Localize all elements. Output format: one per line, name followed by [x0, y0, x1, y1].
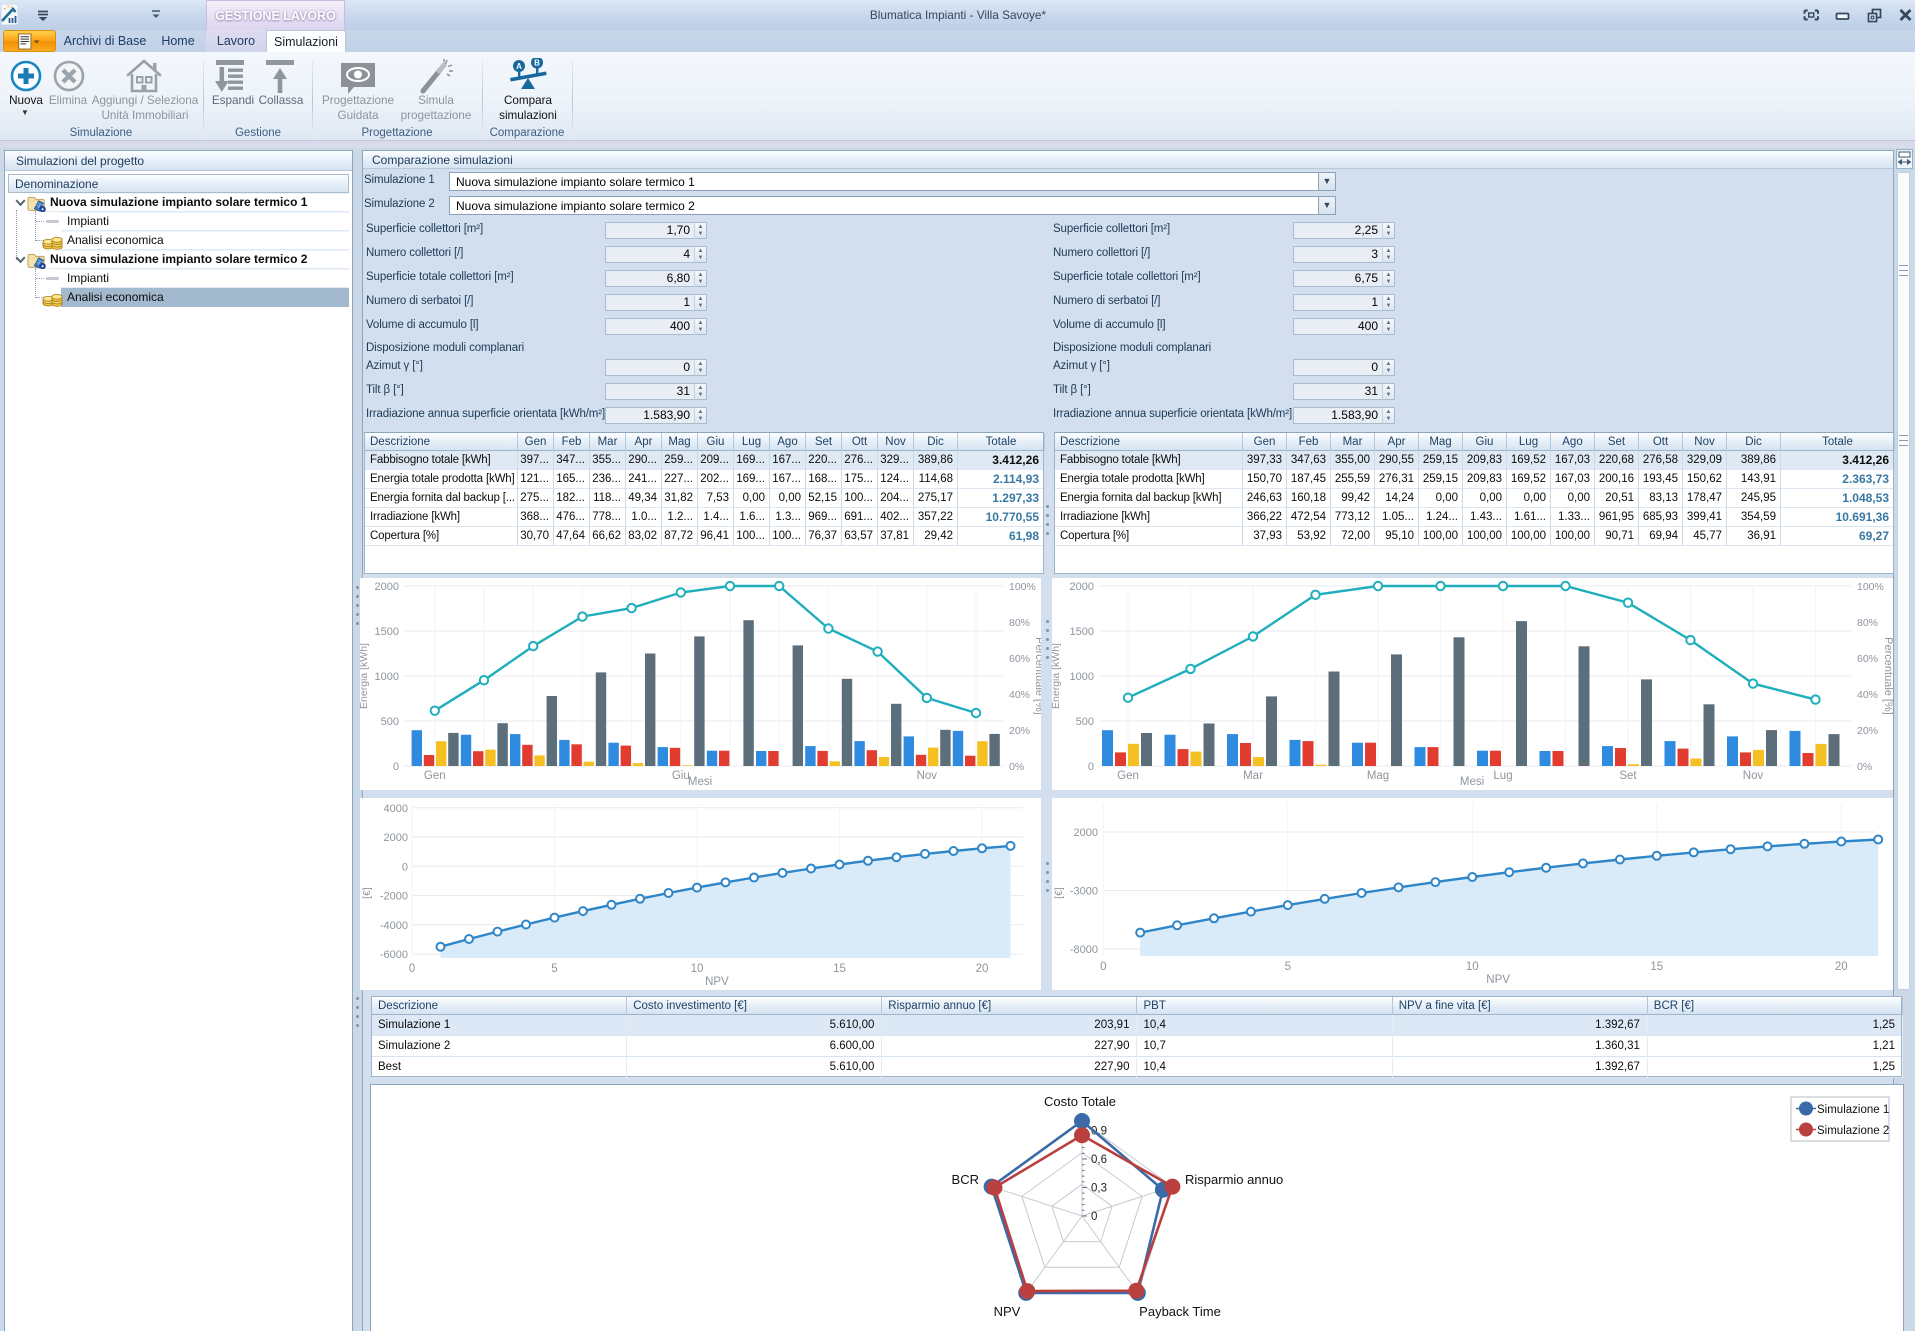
svg-text:NPV: NPV	[994, 1304, 1021, 1319]
svg-text:40%: 40%	[1857, 689, 1878, 701]
svg-text:20: 20	[976, 963, 989, 975]
svg-text:60%: 60%	[1857, 653, 1878, 665]
svg-text:0,3: 0,3	[1091, 1183, 1107, 1195]
svg-text:Mesi: Mesi	[688, 776, 712, 788]
svg-text:Energia [kWh]: Energia [kWh]	[1052, 643, 1062, 709]
svg-text:Percentuale [%]: Percentuale [%]	[1033, 637, 1041, 715]
svg-text:0: 0	[393, 761, 399, 773]
svg-text:NPV: NPV	[705, 976, 729, 988]
svg-text:20%: 20%	[1009, 725, 1030, 737]
svg-text:BCR: BCR	[952, 1172, 979, 1187]
svg-text:0: 0	[1091, 1211, 1097, 1223]
svg-text:-6000: -6000	[380, 949, 408, 961]
svg-text:0: 0	[409, 963, 415, 975]
svg-text:60%: 60%	[1009, 653, 1030, 665]
svg-text:0: 0	[1088, 761, 1094, 773]
svg-text:80%: 80%	[1857, 617, 1878, 629]
svg-text:A: A	[516, 62, 522, 71]
svg-text:Set: Set	[1619, 770, 1637, 782]
svg-text:4000: 4000	[384, 803, 408, 815]
svg-text:0,6: 0,6	[1091, 1154, 1107, 1166]
svg-text:2000: 2000	[1070, 581, 1094, 593]
svg-text:Costo Totale: Costo Totale	[1044, 1094, 1116, 1109]
svg-text:Mar: Mar	[1243, 770, 1263, 782]
svg-text:5: 5	[551, 963, 557, 975]
svg-text:-2000: -2000	[380, 891, 408, 903]
svg-text:[€]: [€]	[361, 887, 373, 899]
svg-text:-8000: -8000	[1070, 944, 1098, 956]
svg-text:-3000: -3000	[1070, 886, 1098, 898]
svg-text:1000: 1000	[375, 671, 399, 683]
svg-text:Risparmio annuo: Risparmio annuo	[1185, 1172, 1283, 1187]
svg-text:2000: 2000	[375, 581, 399, 593]
svg-text:Percentuale [%]: Percentuale [%]	[1882, 637, 1893, 715]
svg-text:B: B	[534, 59, 540, 68]
svg-text:1500: 1500	[1070, 626, 1094, 638]
svg-text:20: 20	[1835, 961, 1848, 973]
svg-text:-4000: -4000	[380, 920, 408, 932]
svg-text:20%: 20%	[1857, 725, 1878, 737]
svg-text:2000: 2000	[1074, 827, 1098, 839]
svg-text:2000: 2000	[384, 832, 408, 844]
svg-text:10: 10	[1466, 961, 1479, 973]
svg-text:Gen: Gen	[1117, 770, 1139, 782]
svg-text:Nov: Nov	[917, 770, 938, 782]
svg-text:0%: 0%	[1857, 761, 1872, 773]
svg-text:5: 5	[1285, 961, 1291, 973]
svg-text:100%: 100%	[1857, 581, 1884, 593]
svg-text:NPV: NPV	[1486, 974, 1510, 986]
svg-text:0: 0	[402, 861, 408, 873]
svg-text:15: 15	[1650, 961, 1663, 973]
svg-text:Nov: Nov	[1743, 770, 1764, 782]
svg-text:10: 10	[691, 963, 704, 975]
svg-text:0: 0	[1100, 961, 1106, 973]
svg-text:Simulazione 1: Simulazione 1	[1817, 1104, 1889, 1116]
svg-text:15: 15	[833, 963, 846, 975]
svg-text:40%: 40%	[1009, 689, 1030, 701]
svg-text:Payback Time: Payback Time	[1139, 1304, 1221, 1319]
svg-text:Lug: Lug	[1493, 770, 1512, 782]
svg-text:100%: 100%	[1009, 581, 1036, 593]
svg-text:Energia [kWh]: Energia [kWh]	[360, 643, 370, 709]
svg-text:0%: 0%	[1009, 761, 1024, 773]
svg-text:1000: 1000	[1070, 671, 1094, 683]
svg-text:1500: 1500	[375, 626, 399, 638]
svg-text:Gen: Gen	[424, 770, 446, 782]
svg-text:Simulazione 2: Simulazione 2	[1817, 1125, 1889, 1137]
svg-text:Mag: Mag	[1367, 770, 1389, 782]
svg-text:[€]: [€]	[1053, 887, 1065, 899]
svg-text:500: 500	[381, 716, 399, 728]
svg-text:Mesi: Mesi	[1460, 776, 1484, 788]
svg-text:80%: 80%	[1009, 617, 1030, 629]
svg-text:500: 500	[1076, 716, 1094, 728]
